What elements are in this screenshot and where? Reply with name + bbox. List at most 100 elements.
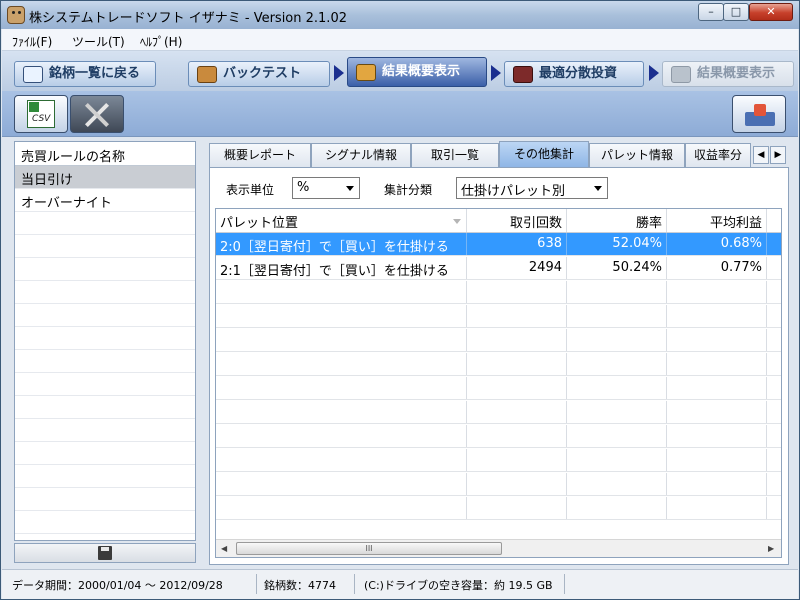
tab-trade-list[interactable]: 取引一覧	[411, 143, 499, 167]
calculator-icon	[513, 66, 533, 83]
nav-optimal-diversification-label: 最適分散投資	[539, 66, 618, 81]
tab-return-dist[interactable]: 収益率分	[685, 143, 751, 167]
list-item-empty	[15, 511, 195, 534]
aggregation-category-value: 仕掛けパレット別	[461, 184, 566, 199]
aggregation-category-label: 集計分類	[384, 183, 433, 197]
column-header-palette-position[interactable]: パレット位置	[216, 209, 467, 232]
column-header-trade-count[interactable]: 取引回数	[467, 209, 567, 232]
table-row-empty	[216, 305, 781, 328]
export-csv-button[interactable]: CSV	[14, 95, 68, 133]
minimize-button[interactable]: –	[698, 3, 724, 21]
title-bar[interactable]: 株システムトレードソフト イザナミ - Version 2.1.02 – □ ✕	[1, 1, 799, 29]
cell-palette-position: 2:1［翌日寄付］で［買い］を仕掛ける	[216, 257, 467, 279]
aggregation-table: パレット位置 取引回数 勝率 平均利益 2:0［翌日寄付］で［買い］を仕掛ける …	[215, 208, 782, 558]
menu-help[interactable]: ﾍﾙﾌﾟ(H)	[140, 33, 182, 50]
cell-palette-position: 2:0［翌日寄付］で［買い］を仕掛ける	[216, 233, 467, 255]
report-panel: 表示単位 % 集計分類 仕掛けパレット別 パレット位置 取引回数 勝率 平均利益…	[209, 167, 789, 565]
list-item-empty	[15, 327, 195, 350]
table-row-empty	[216, 401, 781, 424]
menu-tools[interactable]: ツール(T)	[72, 33, 125, 50]
scroll-left-icon[interactable]: ◀	[221, 544, 227, 553]
list-item-empty	[15, 281, 195, 304]
tab-other-aggregation[interactable]: その他集計	[499, 141, 589, 167]
rule-item-overnight[interactable]: オーバーナイト	[15, 189, 195, 212]
table-row-empty	[216, 377, 781, 400]
nav-arrow-icon	[334, 65, 344, 81]
table-row-empty	[216, 473, 781, 496]
menu-bar: ﾌｧｲﾙ(F) ツール(T) ﾍﾙﾌﾟ(H)	[2, 29, 798, 51]
table-row[interactable]: 2:0［翌日寄付］で［買い］を仕掛ける 638 52.04% 0.68%	[216, 233, 781, 256]
data-period-status: データ期間：2000/01/04 〜 2012/09/28	[12, 579, 223, 592]
nav-optimal-diversification-button[interactable]: 最適分散投資	[504, 61, 644, 87]
list-item-empty	[15, 350, 195, 373]
factory-icon	[671, 66, 691, 83]
app-window: 株システムトレードソフト イザナミ - Version 2.1.02 – □ ✕…	[0, 0, 800, 600]
column-header-win-rate[interactable]: 勝率	[567, 209, 667, 232]
nav-back-to-list-label: 銘柄一覧に戻る	[49, 66, 141, 81]
status-divider	[564, 574, 565, 594]
table-header: パレット位置 取引回数 勝率 平均利益	[216, 209, 781, 233]
eye-icon	[23, 66, 43, 83]
disk-space-status: (C:)ドライブの空き容量：約 19.5 GB	[364, 579, 553, 592]
nav-arrow-icon	[491, 65, 501, 81]
workflow-nav: 銘柄一覧に戻る バックテスト 結果概要表示 最適分散投資 結果概要表示	[2, 51, 798, 91]
report-tabs: 概要レポート シグナル情報 取引一覧 その他集計 パレット情報 収益率分 ◀ ▶	[209, 141, 789, 167]
sort-indicator-icon	[453, 219, 461, 224]
rules-list: 売買ルールの名称 当日引け オーバーナイト	[14, 141, 196, 541]
list-item-empty	[15, 304, 195, 327]
status-divider	[256, 574, 257, 594]
tools-icon	[83, 102, 111, 128]
cell-win-rate: 52.04%	[567, 233, 667, 255]
list-item-empty	[15, 419, 195, 442]
nav-backtest-button[interactable]: バックテスト	[188, 61, 330, 87]
display-unit-value: %	[297, 180, 310, 195]
nav-result-summary-label: 結果概要表示	[382, 64, 461, 79]
cell-avg-profit: 0.68%	[667, 233, 767, 255]
display-unit-label: 表示単位	[226, 183, 275, 197]
list-item-empty	[15, 373, 195, 396]
scroll-right-icon[interactable]: ▶	[768, 544, 774, 553]
tab-scroll-left-icon[interactable]: ◀	[753, 146, 769, 164]
chevron-down-icon	[346, 186, 354, 191]
table-row[interactable]: 2:1［翌日寄付］で［買い］を仕掛ける 2494 50.24% 0.77%	[216, 257, 781, 280]
nav-result-summary-2-label: 結果概要表示	[697, 66, 776, 81]
nav-arrow-icon	[649, 65, 659, 81]
menu-file[interactable]: ﾌｧｲﾙ(F)	[12, 33, 52, 50]
csv-label: CSV	[32, 114, 51, 124]
chart-hand-icon	[356, 64, 376, 81]
tab-signal-info[interactable]: シグナル情報	[311, 143, 411, 167]
tab-palette-info[interactable]: パレット情報	[589, 143, 685, 167]
tab-scroll-right-icon[interactable]: ▶	[770, 146, 786, 164]
list-item-empty	[15, 212, 195, 235]
aggregation-category-select[interactable]: 仕掛けパレット別	[456, 177, 608, 199]
maximize-button[interactable]: □	[723, 3, 749, 21]
nav-backtest-label: バックテスト	[223, 66, 302, 81]
table-row-empty	[216, 353, 781, 376]
horizontal-scrollbar[interactable]: ◀ III ▶	[216, 539, 781, 557]
cell-win-rate: 50.24%	[567, 257, 667, 279]
tab-summary-report[interactable]: 概要レポート	[209, 143, 311, 167]
cell-trade-count: 2494	[467, 257, 567, 279]
cell-trade-count: 638	[467, 233, 567, 255]
save-rules-button[interactable]	[14, 543, 196, 563]
settings-tools-button[interactable]	[70, 95, 124, 133]
app-logo-icon	[7, 6, 25, 24]
nav-back-to-list-button[interactable]: 銘柄一覧に戻る	[14, 61, 156, 87]
toolbar: CSV	[2, 91, 798, 137]
close-button[interactable]: ✕	[749, 3, 793, 21]
rule-item-same-day-close[interactable]: 当日引け	[15, 166, 195, 189]
floppy-disk-icon	[98, 546, 112, 560]
scroll-thumb[interactable]: III	[236, 542, 502, 555]
table-row-empty	[216, 329, 781, 352]
list-item-empty	[15, 465, 195, 488]
chevron-down-icon	[594, 186, 602, 191]
stock-count-status: 銘柄数：4774	[264, 579, 336, 592]
list-item-empty	[15, 235, 195, 258]
nav-result-summary-button[interactable]: 結果概要表示	[347, 57, 487, 87]
inbox-action-button[interactable]	[732, 95, 786, 133]
column-header-avg-profit[interactable]: 平均利益	[667, 209, 767, 232]
rules-list-header: 売買ルールの名称	[15, 142, 195, 166]
inbox-icon	[745, 104, 775, 126]
list-item-empty	[15, 396, 195, 419]
display-unit-select[interactable]: %	[292, 177, 360, 199]
